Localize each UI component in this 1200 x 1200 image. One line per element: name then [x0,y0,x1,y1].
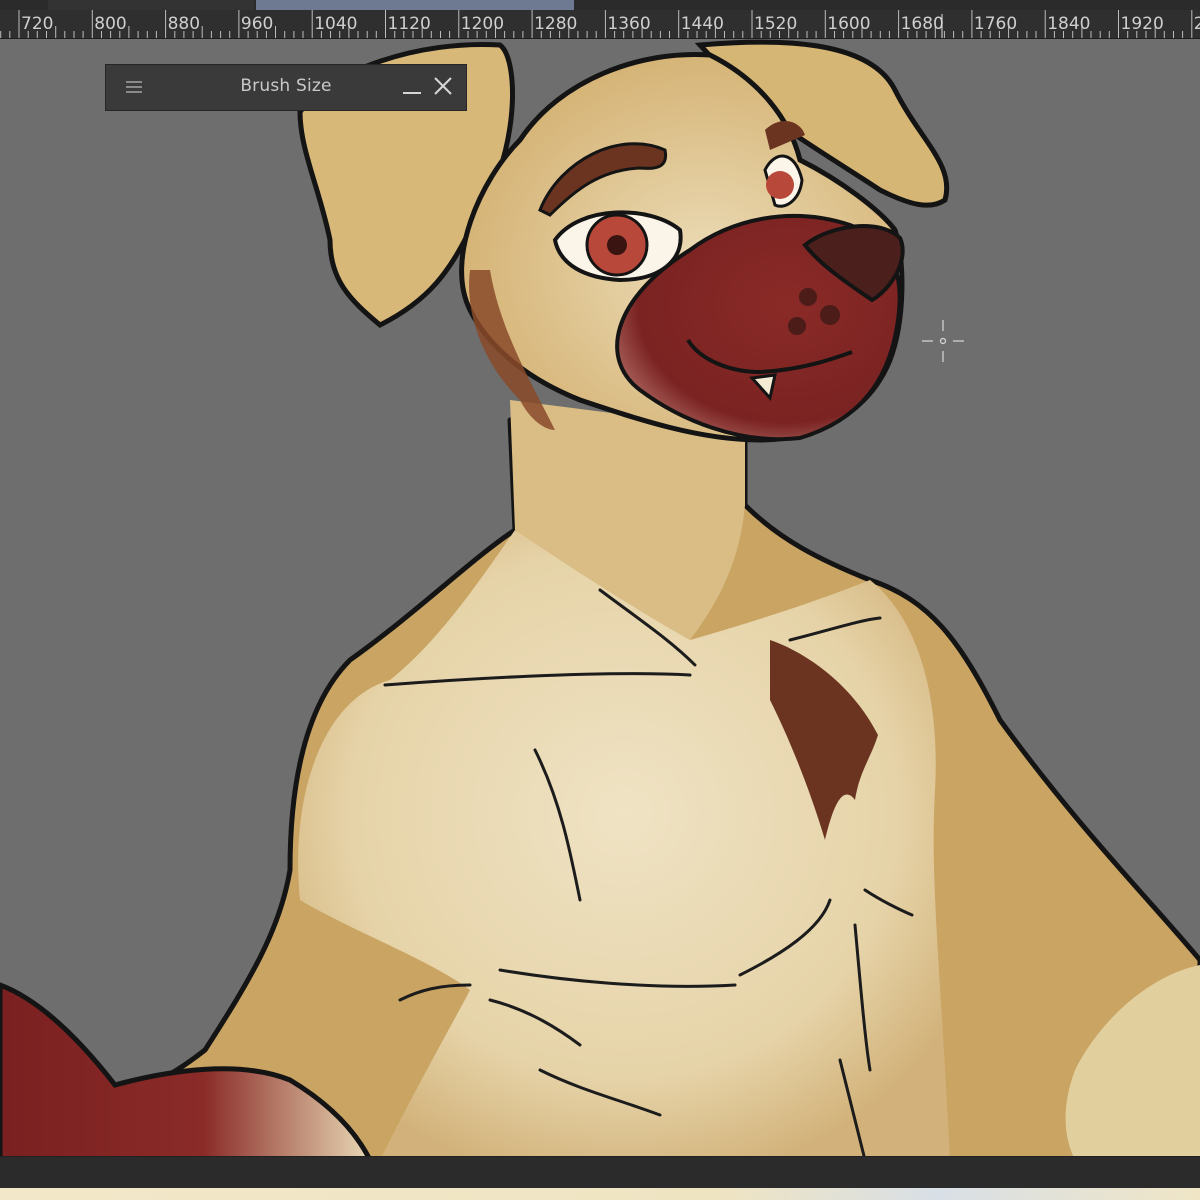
ruler-label: 1520 [754,14,797,34]
ruler-label: 960 [241,14,273,34]
minimize-icon[interactable] [401,75,423,99]
ruler-label: 720 [21,14,53,34]
ruler-label: 2 [1194,14,1200,34]
ruler-label: 1440 [681,14,724,34]
horizontal-ruler: 720 800 880 960 1040 1120 1200 1280 1360 1440 1520… [0,10,1200,39]
ruler-label: 1360 [607,14,650,34]
ruler-label: 1920 [1121,14,1164,34]
ruler-label: 880 [168,14,200,34]
drawing-canvas[interactable] [0,39,1200,1156]
status-bar [0,1156,1200,1189]
ruler-label: 1040 [314,14,357,34]
ruler-label: 1120 [388,14,431,34]
artwork [0,39,1200,1156]
ruler-scale: 720 800 880 960 1040 1120 1200 1280 1360 1440 1520… [0,10,1200,38]
crosshair-icon [922,320,964,362]
ruler-label: 1600 [827,14,870,34]
ruler-label: 1680 [901,14,944,34]
document-tab-active[interactable] [256,0,574,10]
ruler-label: 1280 [534,14,577,34]
ruler-label: 1840 [1047,14,1090,34]
ruler-label: 1200 [461,14,504,34]
color-strip [0,1188,1200,1200]
brush-size-panel[interactable]: Brush Size [105,64,467,111]
document-tab-bar [0,0,1200,10]
ruler-label: 1760 [974,14,1017,34]
document-tab[interactable] [48,0,254,10]
ruler-label: 800 [94,14,126,34]
close-icon[interactable] [431,74,455,98]
